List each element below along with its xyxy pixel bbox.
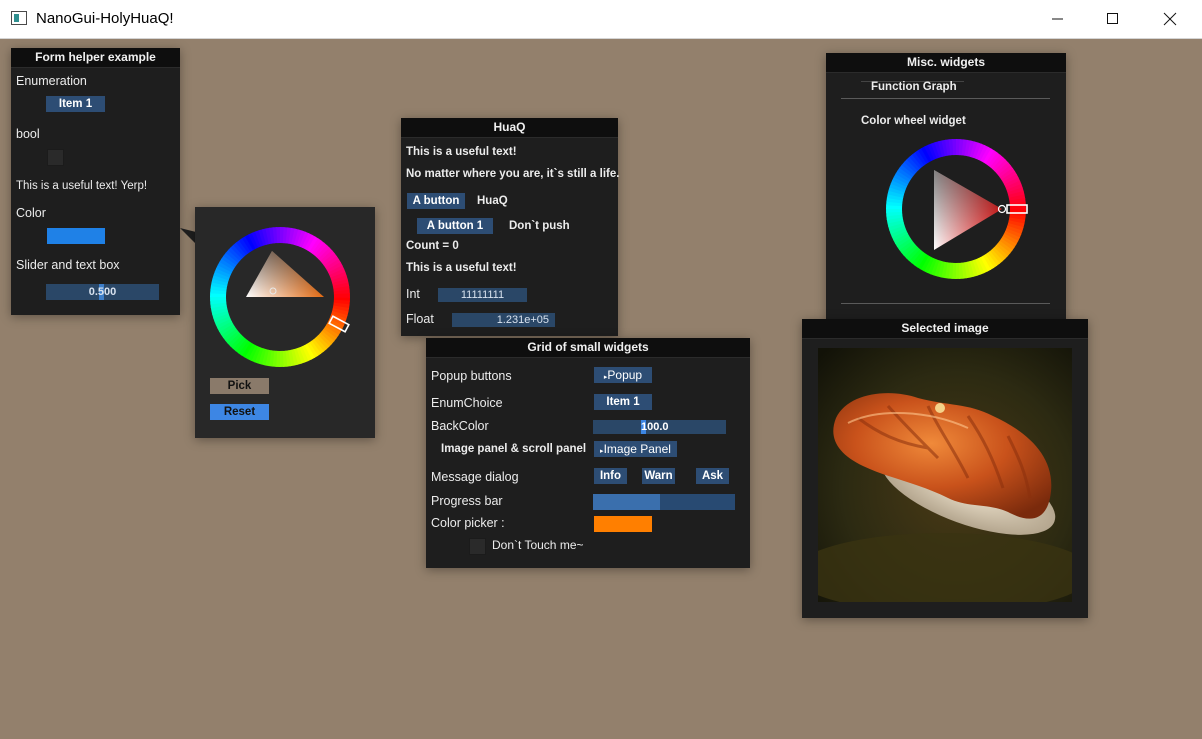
huaq-title: HuaQ — [401, 118, 618, 138]
color-label: Color — [16, 206, 46, 220]
minimize-icon — [1052, 18, 1063, 20]
grid-window[interactable]: Grid of small widgets Popup buttons ▸Pop… — [426, 338, 750, 568]
huaq-window[interactable]: HuaQ This is a useful text! No matter wh… — [401, 118, 620, 336]
enum-choice-combo[interactable]: Item 1 — [594, 394, 652, 410]
popup-buttons-label: Popup buttons — [431, 369, 512, 383]
window-title: NanoGui-HolyHuaQ! — [36, 10, 174, 27]
misc-window[interactable]: Misc. widgets Function Graph Color wheel… — [826, 53, 1066, 321]
selected-image-title: Selected image — [802, 319, 1088, 339]
progress-fill — [593, 494, 660, 510]
enumeration-label: Enumeration — [16, 74, 87, 88]
maximize-icon — [1107, 13, 1118, 24]
huaq-side-label: HuaQ — [477, 195, 508, 207]
huaq-text-3: This is a useful text! — [406, 262, 517, 274]
sushi-image — [818, 348, 1072, 602]
int-label: Int — [406, 287, 420, 301]
bool-label: bool — [16, 127, 40, 141]
color-wheel-label: Color wheel widget — [861, 115, 966, 127]
bool-checkbox[interactable] — [47, 149, 64, 166]
dont-touch-label: Don`t Touch me~ — [492, 538, 584, 552]
form-title: Form helper example — [11, 48, 180, 68]
color-picker-popup[interactable]: Pick Reset — [195, 207, 375, 438]
enumeration-combo[interactable]: Item 1 — [46, 96, 105, 112]
app-icon — [11, 11, 27, 25]
dont-touch-checkbox[interactable] — [469, 538, 486, 555]
tab-divider — [841, 98, 1050, 99]
window-titlebar: NanoGui-HolyHuaQ! — [0, 0, 1202, 39]
count-label: Count = 0 — [406, 240, 459, 252]
message-dialog-label: Message dialog — [431, 470, 519, 484]
reset-button[interactable]: Reset — [210, 404, 269, 420]
warn-button[interactable]: Warn — [642, 468, 675, 484]
function-graph-tab-label: Function Graph — [871, 81, 957, 93]
a-button[interactable]: A button — [407, 193, 465, 209]
form-helper-window[interactable]: Form helper example Enumeration Item 1 b… — [11, 48, 180, 315]
backcolor-label: BackColor — [431, 419, 489, 433]
info-button[interactable]: Info — [594, 468, 627, 484]
color-picker-label: Color picker : — [431, 516, 505, 530]
slider-label: Slider and text box — [16, 258, 120, 272]
image-panel-label: Image panel & scroll panel — [441, 443, 587, 455]
misc-title: Misc. widgets — [826, 53, 1066, 73]
close-button[interactable] — [1141, 0, 1199, 38]
pick-button[interactable]: Pick — [210, 378, 269, 394]
selected-image-window[interactable]: Selected image — [802, 319, 1088, 618]
huaq-text-1: This is a useful text! — [406, 146, 517, 158]
color-picker-button[interactable] — [594, 516, 652, 532]
progress-bar — [593, 494, 735, 510]
bottom-divider — [841, 303, 1050, 304]
maximize-button[interactable] — [1084, 0, 1142, 38]
color-wheel[interactable] — [195, 207, 375, 377]
huaq-text-2: No matter where you are, it`s still a li… — [406, 168, 620, 180]
misc-color-wheel[interactable] — [826, 138, 1066, 298]
grid-title: Grid of small widgets — [426, 338, 750, 358]
float-label: Float — [406, 312, 434, 326]
slider-textbox[interactable]: 0.500 — [46, 284, 159, 300]
ask-button[interactable]: Ask — [696, 468, 729, 484]
dont-push-label: Don`t push — [509, 220, 570, 232]
enum-choice-label: EnumChoice — [431, 396, 503, 410]
backcolor-slider[interactable]: 100.0 — [593, 420, 726, 434]
progress-bar-label: Progress bar — [431, 494, 503, 508]
color-button[interactable] — [47, 228, 105, 244]
float-textbox[interactable]: 1.231e+05 — [452, 313, 555, 327]
minimize-button[interactable] — [1028, 0, 1086, 38]
close-icon — [1163, 12, 1177, 26]
a-button-1[interactable]: A button 1 — [417, 218, 493, 234]
image-panel-button[interactable]: ▸Image Panel — [594, 441, 677, 457]
int-textbox[interactable]: 11111111 — [438, 288, 527, 302]
popup-button[interactable]: ▸Popup — [594, 367, 652, 383]
useful-text: This is a useful text! Yerp! — [16, 180, 148, 192]
